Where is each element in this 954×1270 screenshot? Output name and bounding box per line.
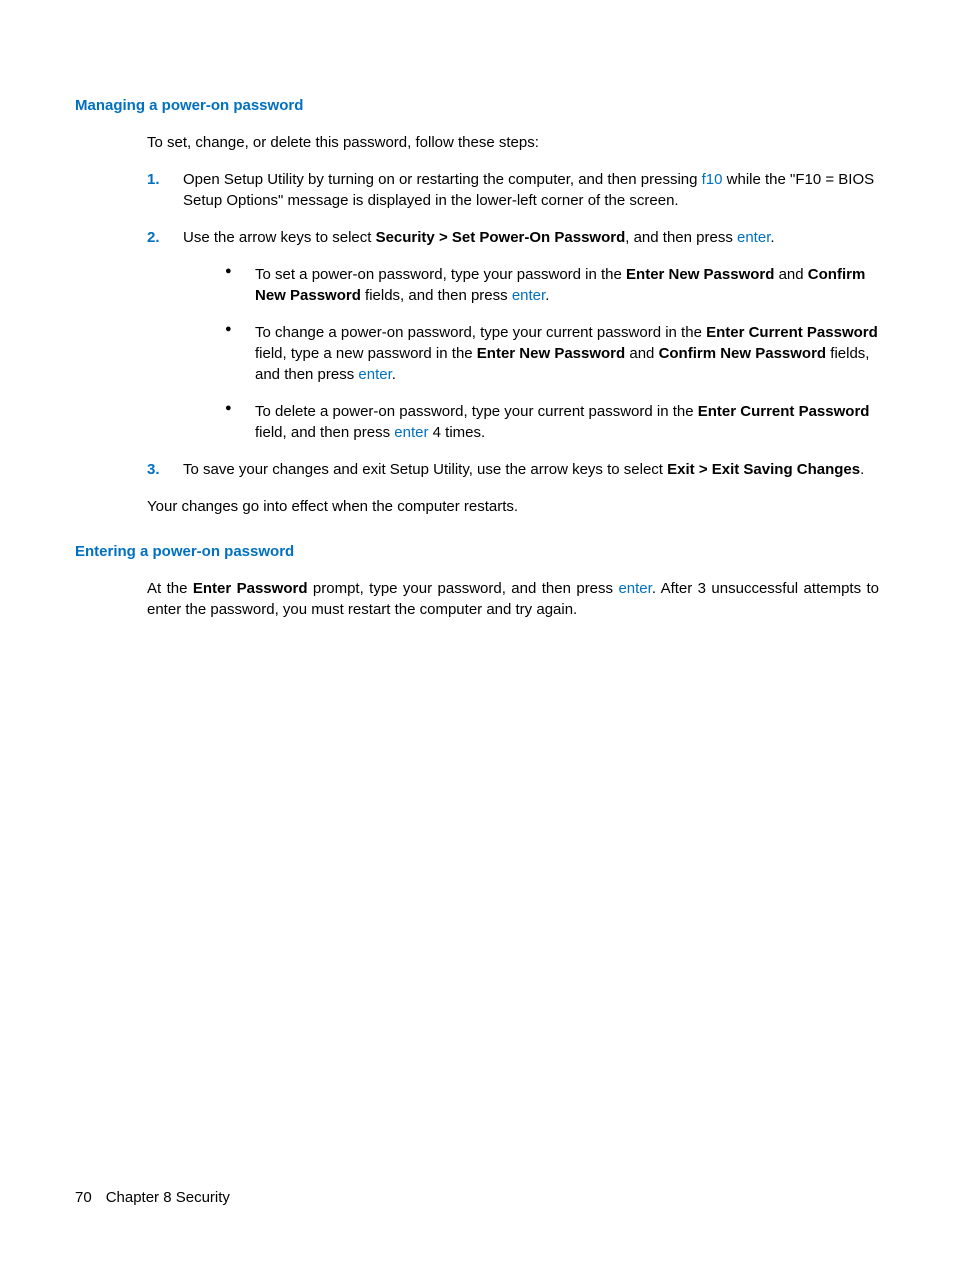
step-text: . xyxy=(770,229,774,246)
bullet-text: To delete a power-on password, type your… xyxy=(255,403,698,420)
key-enter: enter xyxy=(394,424,428,441)
chapter-label: Chapter 8 Security xyxy=(106,1189,230,1206)
bullet-text: and xyxy=(774,266,807,283)
field-name: Enter New Password xyxy=(477,345,625,362)
menu-path: Exit > Exit Saving Changes xyxy=(667,461,860,478)
page-number: 70 xyxy=(75,1189,92,1206)
field-name: Enter Current Password xyxy=(698,403,870,420)
step-1: 1. Open Setup Utility by turning on or r… xyxy=(147,169,879,211)
entering-paragraph: At the Enter Password prompt, type your … xyxy=(147,578,879,620)
key-enter: enter xyxy=(512,287,545,304)
menu-path: Security > Set Power-On Password xyxy=(376,229,626,246)
page-footer: 70 Chapter 8 Security xyxy=(75,1187,230,1208)
step-2: 2. Use the arrow keys to select Security… xyxy=(147,227,879,443)
key-enter: enter xyxy=(358,366,391,383)
outro-text: Your changes go into effect when the com… xyxy=(147,496,879,517)
step-text: , and then press xyxy=(625,229,737,246)
step-number: 1. xyxy=(147,169,160,190)
key-f10: f10 xyxy=(702,171,723,188)
key-enter: enter xyxy=(737,229,770,246)
bullet-text: and xyxy=(625,345,658,362)
para-text: prompt, type your password, and then pre… xyxy=(307,580,618,597)
field-name: Confirm New Password xyxy=(659,345,827,362)
step-3: 3. To save your changes and exit Setup U… xyxy=(147,459,879,480)
section-heading-managing: Managing a power-on password xyxy=(75,95,879,116)
bullet-text: To change a power-on password, type your… xyxy=(255,324,706,341)
key-enter: enter xyxy=(618,580,651,597)
bullet-set-password: To set a power-on password, type your pa… xyxy=(219,264,879,306)
section-heading-entering: Entering a power-on password xyxy=(75,541,879,562)
prompt-name: Enter Password xyxy=(193,580,308,597)
sub-bullets: To set a power-on password, type your pa… xyxy=(219,264,879,443)
step-number: 2. xyxy=(147,227,160,248)
para-text: At the xyxy=(147,580,193,597)
numbered-steps: 1. Open Setup Utility by turning on or r… xyxy=(147,169,879,480)
step-text: . xyxy=(860,461,864,478)
bullet-text: field, and then press xyxy=(255,424,394,441)
step-number: 3. xyxy=(147,459,160,480)
intro-text: To set, change, or delete this password,… xyxy=(147,132,879,153)
bullet-change-password: To change a power-on password, type your… xyxy=(219,322,879,385)
step-text: Open Setup Utility by turning on or rest… xyxy=(183,171,702,188)
bullet-text: . xyxy=(545,287,549,304)
bullet-text: To set a power-on password, type your pa… xyxy=(255,266,626,283)
bullet-delete-password: To delete a power-on password, type your… xyxy=(219,401,879,443)
bullet-text: . xyxy=(392,366,396,383)
field-name: Enter New Password xyxy=(626,266,774,283)
bullet-text: field, type a new password in the xyxy=(255,345,477,362)
field-name: Enter Current Password xyxy=(706,324,878,341)
bullet-text: 4 times. xyxy=(428,424,485,441)
bullet-text: fields, and then press xyxy=(361,287,512,304)
step-text: To save your changes and exit Setup Util… xyxy=(183,461,667,478)
step-text: Use the arrow keys to select xyxy=(183,229,376,246)
